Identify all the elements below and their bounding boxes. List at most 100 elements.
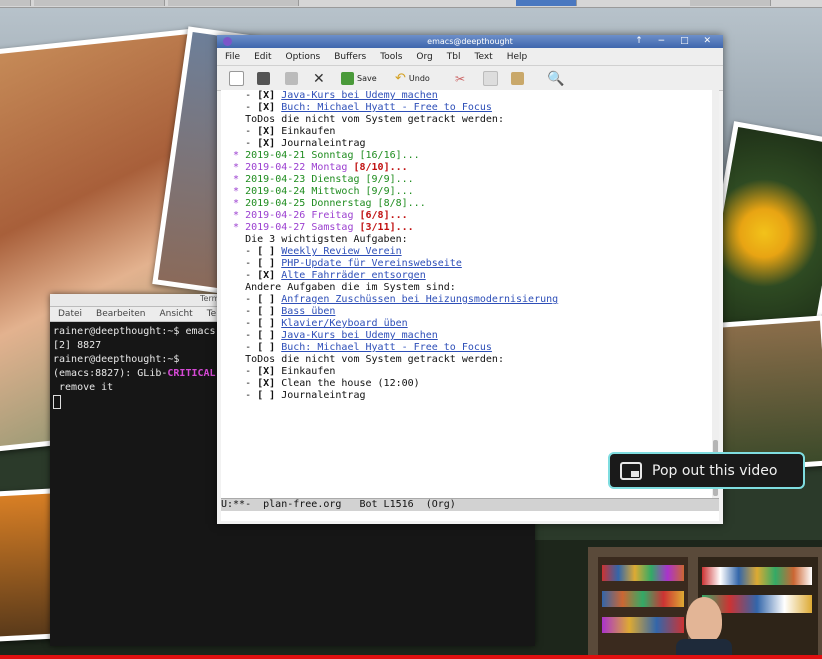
menu-tools[interactable]: Tools	[380, 52, 402, 62]
buffer-line: - [X] Einkaufen	[221, 126, 336, 137]
menu-file[interactable]: File	[225, 52, 240, 62]
heading-star: *	[221, 174, 246, 185]
heading-star: *	[221, 186, 246, 197]
emacs-window[interactable]: emacs@deepthought ↑ − □ ✕ File Edit Opti…	[217, 35, 723, 524]
undo-button[interactable]: ↶ Undo	[395, 71, 430, 86]
paste-button[interactable]	[511, 71, 524, 86]
org-buffer[interactable]: - [X] Java-Kurs bei Udemy machen - [X] B…	[221, 90, 719, 498]
other-list: - [ ] Anfragen Zuschüssen bei Heizungsmo…	[221, 294, 719, 354]
folder-icon	[257, 72, 270, 85]
pop-out-video-button[interactable]: Pop out this video	[608, 452, 805, 489]
org-link[interactable]: Anfragen Zuschüssen bei Heizungsmodernis…	[281, 294, 558, 305]
workspace-switcher[interactable]	[516, 0, 577, 6]
list-item: - [ ] Klavier/Keyboard üben	[221, 318, 719, 330]
checkbox[interactable]: [ ]	[257, 390, 275, 401]
terminal-menu-datei[interactable]: Datei	[58, 309, 82, 319]
copy-icon	[483, 71, 498, 86]
list-item: - [ ] PHP-Update für Vereinswebseite	[221, 258, 719, 270]
checkbox[interactable]: [X]	[257, 366, 275, 377]
checkbox[interactable]: [X]	[257, 102, 275, 113]
org-link[interactable]: Buch: Michael Hyatt - Free to Focus	[281, 102, 492, 113]
checkbox[interactable]: [ ]	[257, 306, 275, 317]
org-link[interactable]: Klavier/Keyboard üben	[281, 318, 407, 329]
org-link[interactable]: Java-Kurs bei Udemy machen	[281, 330, 438, 341]
checkbox[interactable]: [X]	[257, 270, 275, 281]
books-row	[702, 567, 812, 585]
taskbar-item[interactable]	[168, 0, 299, 6]
menu-text[interactable]: Text	[474, 52, 492, 62]
org-link[interactable]: Alte Fahrräder entsorgen	[281, 270, 426, 281]
save-disk-button[interactable]	[285, 71, 298, 86]
new-file-button[interactable]	[229, 71, 244, 86]
taskbar-item[interactable]	[0, 0, 31, 6]
checkbox[interactable]: [ ]	[257, 246, 275, 257]
save-button[interactable]: Save	[341, 71, 377, 86]
checkbox[interactable]: [X]	[257, 378, 275, 389]
bullet: -	[221, 246, 258, 257]
day-date: 2019-04-25 Donnerstag	[245, 198, 372, 209]
bullet: -	[221, 306, 258, 317]
day-date: 2019-04-27 Samstag	[245, 222, 354, 233]
emacs-scrollbar[interactable]	[712, 90, 719, 498]
day-heading[interactable]: * 2019-04-27 Samstag [3/11]...	[221, 222, 719, 234]
day-date: 2019-04-24 Mittwoch	[245, 186, 360, 197]
video-progress-bar[interactable]	[0, 655, 822, 659]
close-buffer-button[interactable]: ✕	[313, 71, 325, 87]
day-count: [6/8]	[353, 210, 390, 221]
bullet: -	[221, 270, 258, 281]
menu-options[interactable]: Options	[286, 52, 321, 62]
save-label: Save	[357, 74, 377, 83]
todos-list: - [X] Einkaufen - [X] Clean the house (1…	[221, 366, 719, 402]
emacs-titlebar[interactable]: emacs@deepthought ↑ − □ ✕	[217, 35, 723, 48]
org-link[interactable]: Buch: Michael Hyatt - Free to Focus	[281, 342, 492, 353]
menu-buffers[interactable]: Buffers	[334, 52, 366, 62]
checkbox[interactable]: [X]	[257, 90, 275, 101]
menu-org[interactable]: Org	[416, 52, 432, 62]
org-link[interactable]: Weekly Review Verein	[281, 246, 401, 257]
day-heading[interactable]: * 2019-04-25 Donnerstag [8/8]...	[221, 198, 719, 210]
emacs-title: emacs@deepthought	[427, 37, 513, 46]
org-link[interactable]: PHP-Update für Vereinswebseite	[281, 258, 462, 269]
video-thumbnail[interactable]	[588, 547, 822, 659]
day-heading[interactable]: * 2019-04-22 Montag [8/10]...	[221, 162, 719, 174]
day-count: [9/9]	[359, 174, 396, 185]
checkbox[interactable]: [ ]	[257, 330, 275, 341]
window-controls[interactable]: ↑ − □ ✕	[635, 35, 717, 48]
day-ellipsis: ...	[389, 210, 408, 221]
list-item: - [ ] Weekly Review Verein	[221, 246, 719, 258]
copy-button[interactable]	[483, 71, 498, 86]
checkbox[interactable]: [ ]	[257, 258, 275, 269]
menu-help[interactable]: Help	[507, 52, 528, 62]
terminal-menu-ansicht[interactable]: Ansicht	[159, 309, 192, 319]
checkbox[interactable]: [ ]	[257, 342, 275, 353]
org-link[interactable]: Java-Kurs bei Udemy machen	[281, 90, 438, 101]
checkbox[interactable]: [ ]	[257, 294, 275, 305]
org-link[interactable]: Bass üben	[281, 306, 335, 317]
taskbar-item[interactable]	[34, 0, 165, 6]
bullet: -	[221, 342, 258, 353]
day-heading[interactable]: * 2019-04-26 Freitag [6/8]...	[221, 210, 719, 222]
terminal-menu-bearbeiten[interactable]: Bearbeiten	[96, 309, 145, 319]
day-heading[interactable]: * 2019-04-21 Sonntag [16/16]...	[221, 150, 719, 162]
emacs-echo-area[interactable]	[221, 511, 719, 521]
day-count: [16/16]	[353, 150, 402, 161]
checkbox[interactable]: [ ]	[257, 318, 275, 329]
top3-list: - [ ] Weekly Review Verein - [ ] PHP-Upd…	[221, 246, 719, 282]
search-button[interactable]: 🔍	[547, 71, 564, 87]
heading-star: *	[221, 198, 246, 209]
bullet: -	[221, 318, 258, 329]
checkbox[interactable]: [X]	[257, 138, 275, 149]
cut-button[interactable]: ✂	[455, 71, 465, 86]
day-headings: * 2019-04-21 Sonntag [16/16]... * 2019-0…	[221, 150, 719, 234]
open-folder-button[interactable]	[257, 71, 270, 86]
day-count: [8/8]	[371, 198, 408, 209]
undo-icon: ↶	[395, 71, 406, 86]
heading-star: *	[221, 222, 246, 233]
item-text: Clean the house (12:00)	[275, 378, 420, 389]
menu-tbl[interactable]: Tbl	[447, 52, 461, 62]
menu-edit[interactable]: Edit	[254, 52, 271, 62]
buffer-heading: Andere Aufgaben die im System sind:	[221, 282, 456, 293]
day-heading[interactable]: * 2019-04-23 Dienstag [9/9]...	[221, 174, 719, 186]
day-heading[interactable]: * 2019-04-24 Mittwoch [9/9]...	[221, 186, 719, 198]
checkbox[interactable]: [X]	[257, 126, 275, 137]
